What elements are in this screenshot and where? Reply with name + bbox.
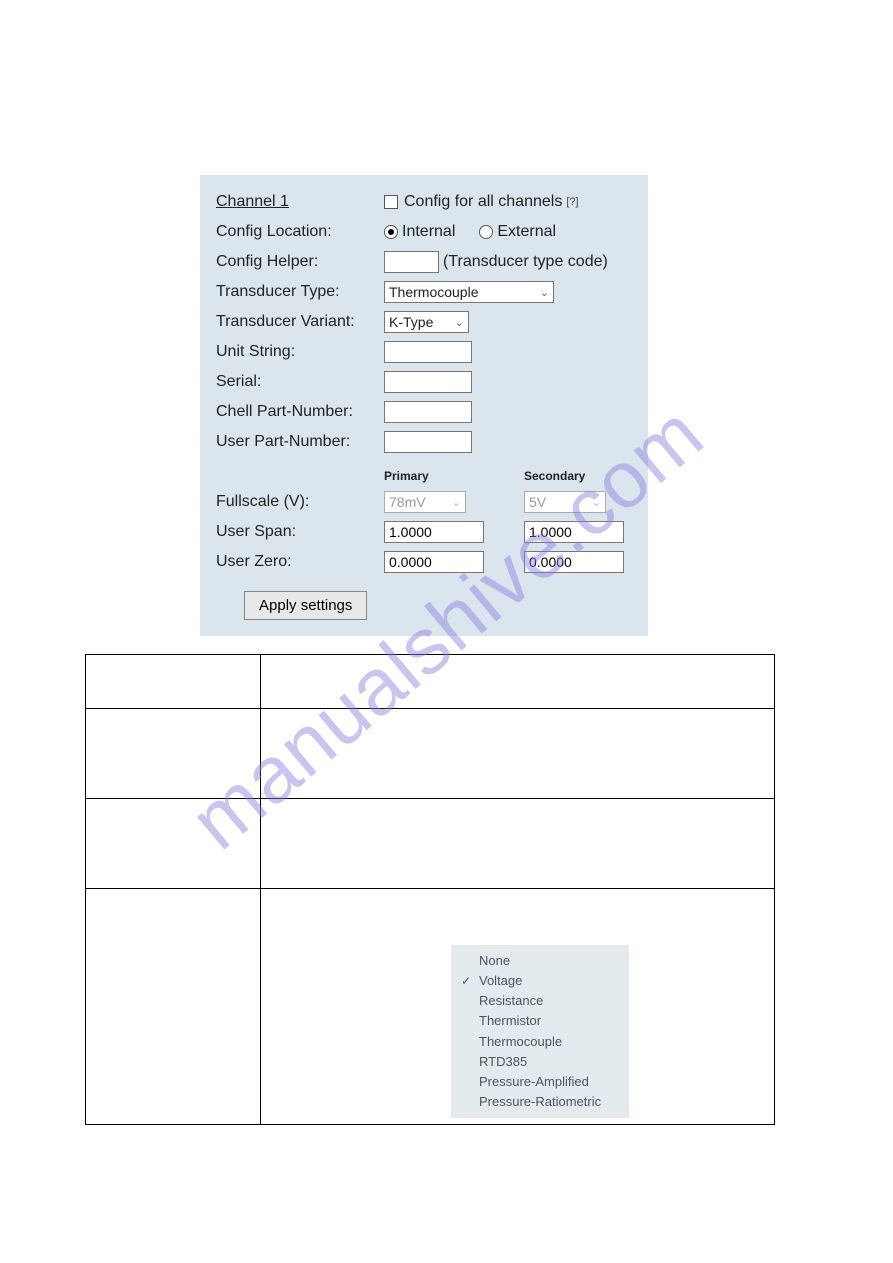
table-cell <box>261 799 775 889</box>
user-zero-secondary-input[interactable] <box>524 551 624 573</box>
channel-title[interactable]: Channel 1 <box>216 193 384 211</box>
table-cell <box>86 655 261 709</box>
fullscale-primary-value: 78mV <box>389 494 426 510</box>
serial-label: Serial: <box>216 373 384 391</box>
chevron-down-icon: ⌄ <box>452 496 461 509</box>
transducer-variant-value: K-Type <box>389 314 433 330</box>
unit-string-label: Unit String: <box>216 343 384 361</box>
dropdown-item-rtd385[interactable]: RTD385 <box>451 1052 629 1072</box>
radio-dot-icon <box>388 229 394 235</box>
user-span-secondary-input[interactable] <box>524 521 624 543</box>
dropdown-item-resistance[interactable]: Resistance <box>451 991 629 1011</box>
chell-pn-input[interactable] <box>384 401 472 423</box>
serial-input[interactable] <box>384 371 472 393</box>
table-cell <box>261 655 775 709</box>
dropdown-item-pressure-ratiometric[interactable]: Pressure-Ratiometric <box>451 1092 629 1112</box>
table-cell: None ✓ Voltage Resistance Thermistor Ther… <box>261 889 775 1125</box>
unit-string-input[interactable] <box>384 341 472 363</box>
user-zero-primary-input[interactable] <box>384 551 484 573</box>
transducer-type-label: Transducer Type: <box>216 283 384 301</box>
fullscale-secondary-value: 5V <box>529 494 546 510</box>
table-cell <box>86 709 261 799</box>
help-link[interactable]: [?] <box>566 196 578 208</box>
transducer-variant-select[interactable]: K-Type ⌄ <box>384 311 469 333</box>
dropdown-item-thermocouple[interactable]: Thermocouple <box>451 1032 629 1052</box>
config-helper-input[interactable] <box>384 251 439 273</box>
fullscale-label: Fullscale (V): <box>216 493 384 511</box>
dropdown-item-pressure-amplified[interactable]: Pressure-Amplified <box>451 1072 629 1092</box>
config-all-checkbox[interactable] <box>384 195 398 209</box>
chell-pn-label: Chell Part-Number: <box>216 403 384 421</box>
config-all-label: Config for all channels <box>404 193 562 211</box>
user-zero-label: User Zero: <box>216 553 384 571</box>
dropdown-item-label: Pressure-Amplified <box>479 1074 589 1089</box>
external-label: External <box>497 223 556 241</box>
radio-internal[interactable] <box>384 225 398 239</box>
transducer-variant-label: Transducer Variant: <box>216 313 384 331</box>
transducer-type-value: Thermocouple <box>389 284 479 300</box>
dropdown-item-label: Voltage <box>479 973 522 988</box>
fullscale-secondary-select[interactable]: 5V ⌄ <box>524 491 606 513</box>
table-cell <box>86 889 261 1125</box>
description-table: None ✓ Voltage Resistance Thermistor Ther… <box>85 654 775 1125</box>
check-icon: ✓ <box>461 972 471 991</box>
user-pn-input[interactable] <box>384 431 472 453</box>
user-pn-label: User Part-Number: <box>216 433 384 451</box>
dropdown-item-label: Pressure-Ratiometric <box>479 1094 601 1109</box>
user-span-primary-input[interactable] <box>384 521 484 543</box>
table-cell <box>261 709 775 799</box>
primary-header: Primary <box>384 469 524 483</box>
dropdown-item-voltage[interactable]: ✓ Voltage <box>451 971 629 991</box>
channel-config-panel: Channel 1 Config for all channels [?] Co… <box>200 175 648 636</box>
dropdown-item-label: RTD385 <box>479 1054 527 1069</box>
chevron-down-icon: ⌄ <box>455 316 464 329</box>
dropdown-item-none[interactable]: None <box>451 951 629 971</box>
table-cell <box>86 799 261 889</box>
apply-settings-button[interactable]: Apply settings <box>244 591 367 620</box>
fullscale-primary-select[interactable]: 78mV ⌄ <box>384 491 466 513</box>
dropdown-item-label: Thermocouple <box>479 1034 562 1049</box>
config-location-label: Config Location: <box>216 223 384 241</box>
radio-external[interactable] <box>479 225 493 239</box>
secondary-header: Secondary <box>524 469 585 483</box>
internal-label: Internal <box>402 223 455 241</box>
chevron-down-icon: ⌄ <box>592 496 601 509</box>
dropdown-item-thermistor[interactable]: Thermistor <box>451 1011 629 1031</box>
dropdown-item-label: Resistance <box>479 993 543 1008</box>
dropdown-item-label: None <box>479 953 510 968</box>
user-span-label: User Span: <box>216 523 384 541</box>
transducer-type-dropdown: None ✓ Voltage Resistance Thermistor Ther… <box>451 945 629 1118</box>
config-helper-label: Config Helper: <box>216 253 384 271</box>
transducer-type-select[interactable]: Thermocouple ⌄ <box>384 281 554 303</box>
chevron-down-icon: ⌄ <box>540 286 549 299</box>
dropdown-item-label: Thermistor <box>479 1013 541 1028</box>
config-helper-hint: (Transducer type code) <box>443 253 608 271</box>
